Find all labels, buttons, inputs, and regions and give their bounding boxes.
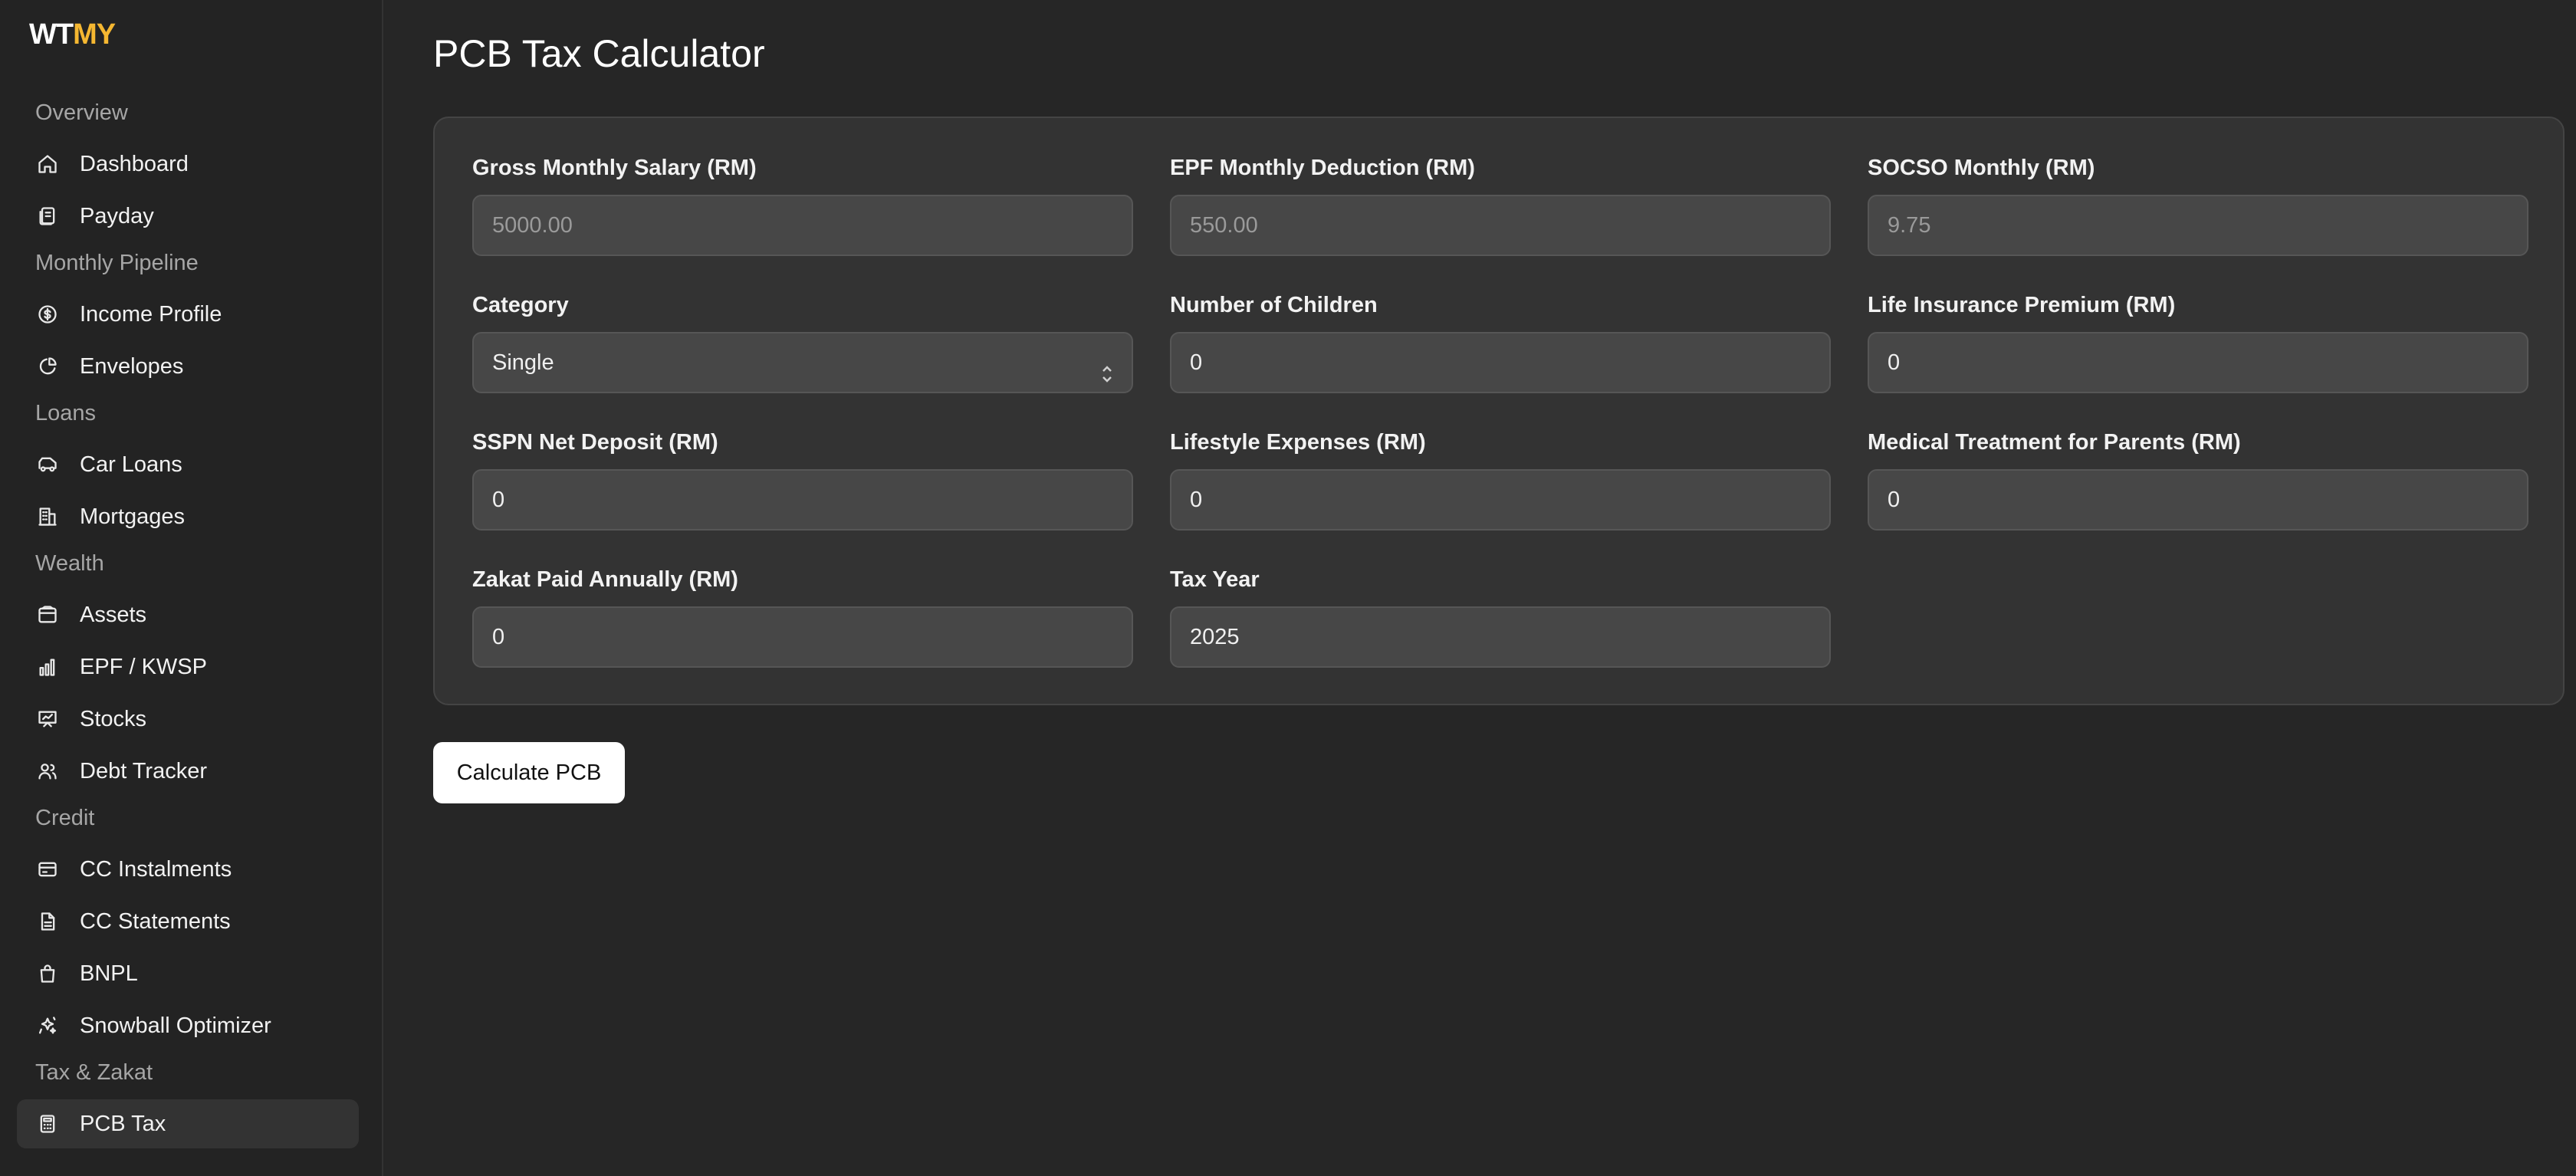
sidebar-item-stocks[interactable]: Stocks: [17, 695, 359, 744]
sidebar-item-envelopes[interactable]: Envelopes: [17, 342, 359, 391]
epf-deduction-input[interactable]: 550.00: [1170, 195, 1831, 256]
sidebar-item-snowball-optimizer[interactable]: Snowball Optimizer: [17, 1001, 359, 1050]
zakat-input[interactable]: 0: [472, 606, 1133, 668]
app-logo[interactable]: WTMY: [29, 18, 116, 51]
tax-year-input[interactable]: 2025: [1170, 606, 1831, 668]
users-icon: [37, 760, 58, 782]
sidebar-item-bnpl[interactable]: BNPL: [17, 949, 359, 998]
logo-text-my: MY: [73, 18, 116, 51]
sidebar-item-label: Debt Tracker: [80, 759, 207, 783]
children-label: Number of Children: [1170, 293, 1378, 317]
presentation-chart-icon: [37, 708, 58, 730]
children-input[interactable]: 0: [1170, 332, 1831, 393]
nav-group-wealth: Wealth: [35, 551, 104, 576]
tax-year-label: Tax Year: [1170, 567, 1260, 592]
sspn-input[interactable]: 0: [472, 469, 1133, 531]
sidebar: WTMY Overview Dashboard Payday Monthly P…: [0, 0, 383, 1176]
building-icon: [37, 506, 58, 527]
sspn-label: SSPN Net Deposit (RM): [472, 430, 718, 455]
sidebar-item-label: Assets: [80, 603, 147, 627]
medical-parents-input[interactable]: 0: [1868, 469, 2528, 531]
epf-deduction-label: EPF Monthly Deduction (RM): [1170, 156, 1475, 180]
sidebar-item-label: CC Statements: [80, 909, 231, 934]
socso-input[interactable]: 9.75: [1868, 195, 2528, 256]
wallet-icon: [37, 604, 58, 626]
pie-chart-icon: [37, 356, 58, 377]
sparkles-icon: [37, 1015, 58, 1036]
sidebar-item-epf-kwsp[interactable]: EPF / KWSP: [17, 642, 359, 691]
gross-salary-label: Gross Monthly Salary (RM): [472, 156, 757, 180]
sidebar-item-label: EPF / KWSP: [80, 655, 207, 679]
calculator-icon: [37, 1113, 58, 1135]
sidebar-item-debt-tracker[interactable]: Debt Tracker: [17, 747, 359, 796]
sidebar-item-label: Income Profile: [80, 302, 222, 327]
sidebar-item-label: Mortgages: [80, 504, 186, 529]
bar-chart-icon: [37, 656, 58, 678]
sidebar-item-income-profile[interactable]: Income Profile: [17, 290, 359, 339]
sidebar-item-dashboard[interactable]: Dashboard: [17, 140, 359, 189]
nav-group-overview: Overview: [35, 100, 128, 125]
gross-salary-input[interactable]: 5000.00: [472, 195, 1133, 256]
sidebar-item-pcb-tax[interactable]: PCB Tax: [17, 1099, 359, 1148]
category-select-value: Single: [492, 350, 554, 375]
sidebar-item-car-loans[interactable]: Car Loans: [17, 440, 359, 489]
category-label: Category: [472, 293, 569, 317]
home-icon: [37, 153, 58, 175]
sidebar-item-label: Stocks: [80, 707, 147, 731]
sidebar-item-label: Payday: [80, 204, 154, 228]
tax-form-card: Gross Monthly Salary (RM) 5000.00 EPF Mo…: [433, 117, 2564, 705]
medical-parents-label: Medical Treatment for Parents (RM): [1868, 430, 2241, 455]
life-insurance-label: Life Insurance Premium (RM): [1868, 293, 2176, 317]
life-insurance-input[interactable]: 0: [1868, 332, 2528, 393]
sidebar-item-payday[interactable]: Payday: [17, 192, 359, 241]
sidebar-item-label: PCB Tax: [80, 1112, 166, 1136]
file-text-icon: [37, 911, 58, 932]
sidebar-item-label: Car Loans: [80, 452, 182, 477]
sidebar-item-assets[interactable]: Assets: [17, 590, 359, 639]
sidebar-item-label: Snowball Optimizer: [80, 1013, 271, 1038]
sidebar-item-cc-instalments[interactable]: CC Instalments: [17, 845, 359, 894]
socso-label: SOCSO Monthly (RM): [1868, 156, 2095, 180]
receipt-icon: [37, 205, 58, 227]
category-select[interactable]: Single: [472, 332, 1133, 393]
shopping-bag-icon: [37, 963, 58, 984]
nav-group-monthly-pipeline: Monthly Pipeline: [35, 251, 199, 275]
sidebar-item-label: BNPL: [80, 961, 138, 986]
nav-group-loans: Loans: [35, 401, 97, 425]
lifestyle-input[interactable]: 0: [1170, 469, 1831, 531]
zakat-label: Zakat Paid Annually (RM): [472, 567, 738, 592]
sidebar-item-label: CC Instalments: [80, 857, 232, 882]
page-title: PCB Tax Calculator: [433, 32, 765, 75]
credit-card-icon: [37, 859, 58, 880]
dollar-circle-icon: [37, 304, 58, 325]
sidebar-item-mortgages[interactable]: Mortgages: [17, 492, 359, 541]
car-icon: [37, 454, 58, 475]
sidebar-item-label: Dashboard: [80, 152, 189, 176]
sidebar-item-cc-statements[interactable]: CC Statements: [17, 897, 359, 946]
calculate-pcb-button[interactable]: Calculate PCB: [433, 742, 625, 803]
nav-group-tax-zakat: Tax & Zakat: [35, 1060, 153, 1085]
sidebar-item-label: Envelopes: [80, 354, 184, 379]
logo-text-wt: WT: [29, 18, 74, 51]
app-window: WTMY Overview Dashboard Payday Monthly P…: [0, 0, 2576, 1176]
chevron-up-down-icon: [1099, 350, 1115, 383]
lifestyle-label: Lifestyle Expenses (RM): [1170, 430, 1426, 455]
nav-group-credit: Credit: [35, 806, 95, 830]
